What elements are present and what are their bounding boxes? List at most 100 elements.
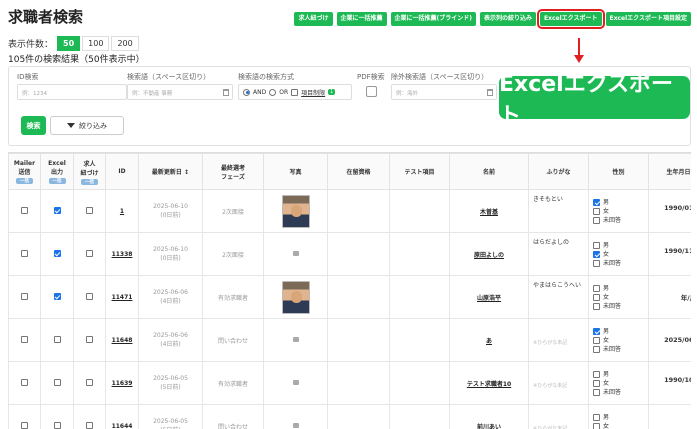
excel-checkbox[interactable] xyxy=(53,249,61,257)
mailer-checkbox[interactable] xyxy=(21,335,28,343)
candidate-id-link[interactable]: 1 xyxy=(120,208,124,215)
candidate-id-link[interactable]: 11639 xyxy=(112,380,133,387)
item-limit-checkbox[interactable] xyxy=(291,88,299,96)
col-mailer[interactable]: Mailer 送信 一括 xyxy=(8,153,41,190)
job-link-checkbox[interactable] xyxy=(86,378,93,386)
dictionary-icon[interactable] xyxy=(487,89,493,96)
job-link-checkbox[interactable] xyxy=(86,206,93,214)
gender-checkbox[interactable] xyxy=(593,370,600,378)
dictionary-icon[interactable] xyxy=(223,89,229,96)
gender-checkbox[interactable] xyxy=(593,379,600,387)
candidate-name-link[interactable]: 木曽基 xyxy=(480,209,498,216)
gender-checkbox[interactable] xyxy=(593,259,600,267)
gender-checkbox[interactable] xyxy=(593,216,600,224)
display-count-option[interactable]: 50 xyxy=(57,36,81,51)
updated-date: 2025-06-10 xyxy=(153,246,188,253)
gender-checkbox[interactable] xyxy=(593,422,600,429)
gender-checkbox[interactable] xyxy=(593,336,600,344)
gender-checkbox[interactable] xyxy=(593,284,600,292)
display-count-option[interactable]: 200 xyxy=(111,36,139,51)
col-test: テスト項目 xyxy=(389,153,450,190)
name-cell: あ xyxy=(449,318,529,362)
pdf-search-checkbox[interactable] xyxy=(366,86,377,97)
gender-checkbox[interactable] xyxy=(593,388,600,396)
mailer-checkbox[interactable] xyxy=(21,378,28,386)
col-updated[interactable]: 最新更新日 ↕ xyxy=(138,153,203,190)
exclude-label: 除外検索語（スペース区切り） xyxy=(391,73,489,81)
candidate-name-link[interactable]: 原田よしの xyxy=(474,252,504,259)
id-search-input[interactable]: 例：1234 xyxy=(17,84,127,100)
bulk-select-mailer[interactable]: 一括 xyxy=(16,177,33,184)
top-action-button[interactable]: 表示列の絞り込み xyxy=(480,12,537,26)
job-link-checkbox[interactable] xyxy=(86,335,93,343)
candidate-id-link[interactable]: 11648 xyxy=(112,337,133,344)
birth-cell[interactable]: 1990/10/1034 xyxy=(648,361,691,405)
excel-checkbox[interactable] xyxy=(53,335,61,343)
mailer-checkbox[interactable] xyxy=(21,421,28,429)
mailer-cell xyxy=(8,404,41,429)
sort-icon[interactable]: ↕ xyxy=(184,169,189,176)
excel-checkbox[interactable] xyxy=(53,421,61,429)
col-job-link[interactable]: 求人 紐づけ 一括 xyxy=(73,153,106,190)
keyword-input[interactable]: 例：不動産 事務 xyxy=(127,84,233,100)
job-link-checkbox[interactable] xyxy=(86,249,93,257)
job-link-checkbox[interactable] xyxy=(86,421,93,429)
or-radio[interactable] xyxy=(269,88,277,96)
candidate-id-link[interactable]: 11644 xyxy=(112,423,133,429)
and-radio[interactable] xyxy=(243,88,250,96)
search-button[interactable]: 検索 xyxy=(21,116,46,135)
candidate-id-link[interactable]: 11471 xyxy=(112,294,133,301)
birth-cell[interactable]: 1990/01/0135 xyxy=(648,189,691,233)
gender-checkbox[interactable] xyxy=(593,241,600,249)
mailer-checkbox[interactable] xyxy=(21,206,28,214)
updated-cell: 2025-06-05(5日前) xyxy=(138,404,203,429)
candidate-name-link[interactable]: 前川あい xyxy=(477,424,501,429)
top-action-button[interactable]: Excelエクスポート項目設定 xyxy=(605,12,691,26)
gender-option-label: 男 xyxy=(603,284,610,292)
gender-checkbox[interactable] xyxy=(593,293,600,301)
filter-button[interactable]: 絞り込み xyxy=(50,116,124,135)
candidate-photo[interactable] xyxy=(281,280,310,314)
candidate-name-link[interactable]: あ xyxy=(486,338,492,345)
candidate-id-link[interactable]: 11338 xyxy=(112,251,133,258)
gender-checkbox[interactable] xyxy=(593,207,600,215)
col-phase: 最終選考 フェーズ xyxy=(202,153,264,190)
filter-button-label: 絞り込み xyxy=(79,121,107,130)
display-count-option[interactable]: 100 xyxy=(82,36,110,51)
gender-checkbox[interactable] xyxy=(593,302,600,310)
kana-empty-note: ※ひらがな未記 xyxy=(533,339,568,346)
mailer-checkbox[interactable] xyxy=(21,249,28,257)
bulk-select-excel[interactable]: 一括 xyxy=(48,177,66,184)
gender-checkbox[interactable] xyxy=(593,327,600,335)
updated-days: (4日前) xyxy=(160,341,181,348)
photo-cell xyxy=(263,361,328,405)
gender-checkbox[interactable] xyxy=(593,198,600,206)
excel-checkbox[interactable] xyxy=(53,206,61,214)
id-cell: 11644 xyxy=(105,404,139,429)
job-link-checkbox[interactable] xyxy=(86,292,93,300)
gender-checkbox[interactable] xyxy=(593,413,600,421)
top-action-button[interactable]: 企業に一括推薦(ブラインド) xyxy=(390,12,477,26)
excel-checkbox[interactable] xyxy=(53,378,61,386)
gender-checkbox[interactable] xyxy=(593,250,600,258)
candidate-name-link[interactable]: 山原浩平 xyxy=(477,295,501,302)
mailer-checkbox[interactable] xyxy=(21,292,28,300)
bulk-select-job[interactable]: 一括 xyxy=(81,178,98,185)
top-action-button[interactable]: 求人紐づけ xyxy=(294,12,333,26)
candidate-photo[interactable] xyxy=(281,194,310,228)
birth-cell[interactable]: 年/月/日 xyxy=(648,275,691,319)
top-action-button[interactable]: 企業に一括推薦 xyxy=(336,12,387,26)
item-limit-link[interactable]: 項目制限 xyxy=(301,88,325,97)
col-excel[interactable]: Excel 出力 一括 xyxy=(40,153,74,190)
candidate-name-link[interactable]: テスト求職者10 xyxy=(467,381,511,388)
exclude-input[interactable]: 例：海外 xyxy=(391,84,497,100)
id-cell: 11639 xyxy=(105,361,139,405)
excel-checkbox[interactable] xyxy=(53,292,61,300)
birth-cell[interactable]: 2025/06/13 xyxy=(648,318,691,362)
birth-cell[interactable]: 1990/11/0734 xyxy=(648,232,691,276)
page-title: 求職者検索 xyxy=(8,8,84,26)
col-kana: ふりがな xyxy=(528,153,589,190)
excel-export-button[interactable]: Excelエクスポート xyxy=(537,9,605,29)
birth-cell[interactable] xyxy=(648,404,691,429)
gender-checkbox[interactable] xyxy=(593,345,600,353)
